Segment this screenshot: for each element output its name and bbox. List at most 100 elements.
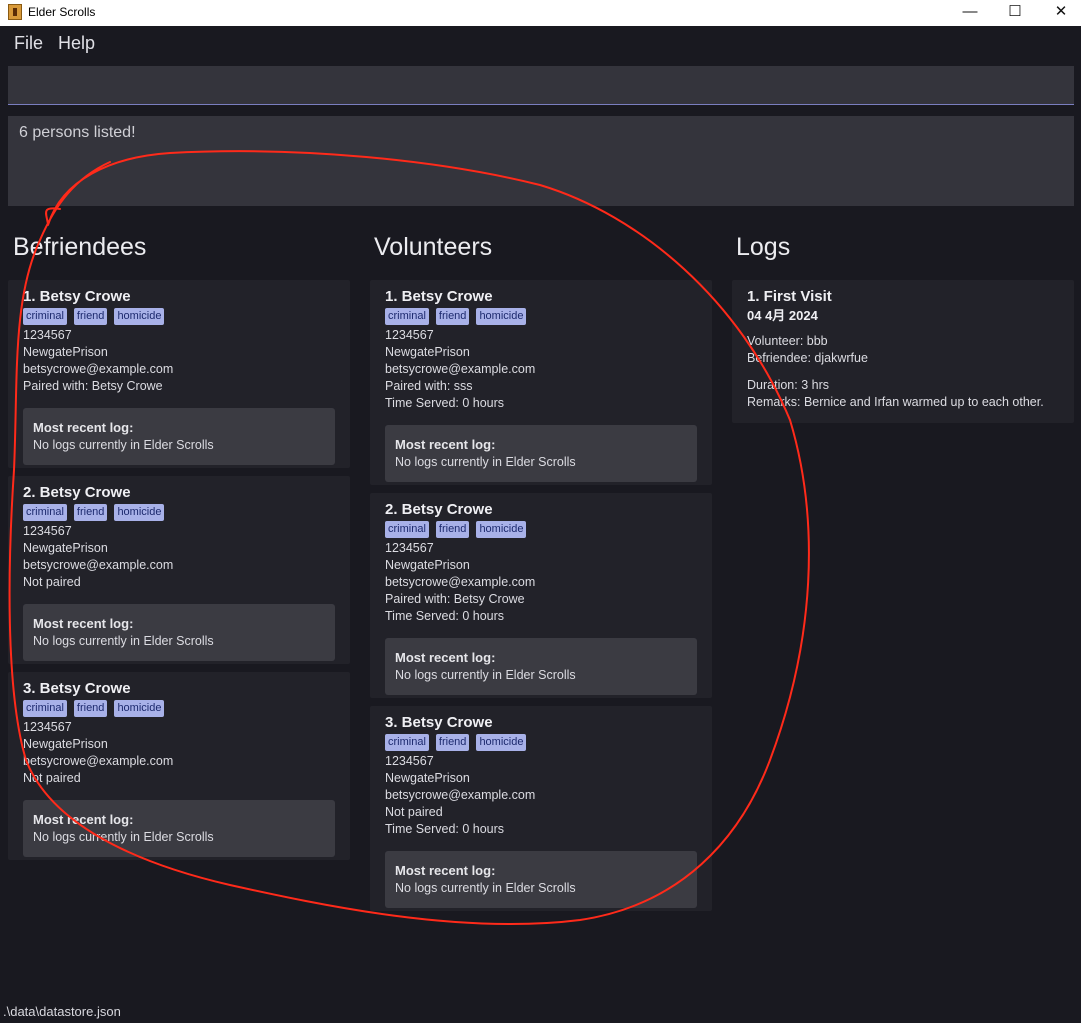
befriendee-card[interactable]: 2. Betsy Crowe criminal friend homicide … [8,476,350,664]
tag: friend [73,504,108,521]
address: NewgatePrison [23,541,108,555]
recent-log-box: Most recent log: No logs currently in El… [385,638,697,695]
email: betsycrowe@example.com [385,788,536,802]
recent-log-text: No logs currently in Elder Scrolls [395,455,576,469]
recent-log-title: Most recent log: [33,420,134,435]
recent-log-title: Most recent log: [33,616,134,631]
tag: criminal [385,308,429,325]
address: NewgatePrison [385,345,470,359]
maximize-button[interactable]: ☐ [992,0,1038,26]
recent-log-text: No logs currently in Elder Scrolls [395,668,576,682]
email: betsycrowe@example.com [385,575,536,589]
tag-list: criminal friend homicide [23,700,335,717]
volunteer-card[interactable]: 2. Betsy Crowe criminal friend homicide … [370,493,712,698]
volunteer-card[interactable]: 1. Betsy Crowe criminal friend homicide … [370,280,712,485]
pair-status: Paired with: sss [385,379,473,393]
tag-list: criminal friend homicide [385,308,697,325]
person-name: 2. Betsy Crowe [23,484,131,501]
recent-log-box: Most recent log: No logs currently in El… [385,851,697,908]
close-button[interactable]: ✕ [1038,0,1081,26]
person-name: 3. Betsy Crowe [385,714,493,731]
tag: homicide [476,734,527,751]
person-name: 2. Betsy Crowe [385,501,493,518]
email: betsycrowe@example.com [385,362,536,376]
result-display: 6 persons listed! [8,116,1074,206]
recent-log-box: Most recent log: No logs currently in El… [385,425,697,482]
befriendee-card[interactable]: 3. Betsy Crowe criminal friend homicide … [8,672,350,860]
tag: homicide [114,308,165,325]
person-name: 1. Betsy Crowe [23,288,131,305]
tag-list: criminal friend homicide [385,734,697,751]
phone: 1234567 [23,524,72,538]
tag: friend [435,521,470,538]
tag: criminal [23,700,67,717]
phone: 1234567 [385,541,434,555]
minimize-button[interactable]: — [947,0,993,26]
tag: criminal [385,521,429,538]
recent-log-title: Most recent log: [33,812,134,827]
log-date: 04 4月 2024 [747,308,818,323]
menu-file[interactable]: File [14,33,43,54]
log-card[interactable]: 1. First Visit 04 4月 2024 Volunteer: bbb… [732,280,1074,423]
recent-log-text: No logs currently in Elder Scrolls [33,830,214,844]
title-bar: Elder Scrolls — ☐ ✕ [0,0,1081,26]
log-volunteer: Volunteer: bbb [747,334,828,348]
volunteers-title: Volunteers [374,233,493,261]
recent-log-text: No logs currently in Elder Scrolls [33,438,214,452]
tag: homicide [476,521,527,538]
volunteer-card[interactable]: 3. Betsy Crowe criminal friend homicide … [370,706,712,911]
tag: homicide [114,504,165,521]
befriendee-card[interactable]: 1. Betsy Crowe criminal friend homicide … [8,280,350,468]
tag: friend [73,308,108,325]
tag: friend [73,700,108,717]
status-bar-path: .\data\datastore.json [3,1004,121,1019]
app-icon [8,4,22,20]
address: NewgatePrison [23,345,108,359]
tag-list: criminal friend homicide [23,504,335,521]
tag: friend [435,734,470,751]
recent-log-box: Most recent log: No logs currently in El… [23,800,335,857]
recent-log-title: Most recent log: [395,863,496,878]
menu-bar: File Help [0,26,1081,62]
pair-status: Not paired [23,771,81,785]
person-name: 3. Betsy Crowe [23,680,131,697]
tag: criminal [23,504,67,521]
person-name: 1. Betsy Crowe [385,288,493,305]
time-served: Time Served: 0 hours [385,609,505,623]
recent-log-text: No logs currently in Elder Scrolls [33,634,214,648]
tag-list: criminal friend homicide [385,521,697,538]
recent-log-box: Most recent log: No logs currently in El… [23,604,335,661]
pair-status: Not paired [385,805,443,819]
recent-log-box: Most recent log: No logs currently in El… [23,408,335,465]
phone: 1234567 [385,754,434,768]
tag: homicide [476,308,527,325]
pair-status: Not paired [23,575,81,589]
pair-status: Paired with: Betsy Crowe [385,592,525,606]
recent-log-title: Most recent log: [395,437,496,452]
tag: homicide [114,700,165,717]
time-served: Time Served: 0 hours [385,396,505,410]
log-remarks: Remarks: Bernice and Irfan warmed up to … [747,395,1044,409]
command-input[interactable] [8,66,1074,105]
tag: criminal [385,734,429,751]
window-title: Elder Scrolls [28,5,96,19]
recent-log-text: No logs currently in Elder Scrolls [395,881,576,895]
address: NewgatePrison [385,771,470,785]
pair-status: Paired with: Betsy Crowe [23,379,163,393]
phone: 1234567 [23,328,72,342]
menu-help[interactable]: Help [58,33,95,54]
phone: 1234567 [385,328,434,342]
result-message: 6 persons listed! [19,124,136,141]
tag-list: criminal friend homicide [23,308,335,325]
phone: 1234567 [23,720,72,734]
time-served: Time Served: 0 hours [385,822,505,836]
log-duration: Duration: 3 hrs [747,378,829,392]
befriendees-title: Befriendees [13,233,147,261]
address: NewgatePrison [385,558,470,572]
email: betsycrowe@example.com [23,558,174,572]
log-befriendee: Befriendee: djakwrfue [747,351,868,365]
email: betsycrowe@example.com [23,754,174,768]
log-title: 1. First Visit [747,288,832,305]
email: betsycrowe@example.com [23,362,174,376]
recent-log-title: Most recent log: [395,650,496,665]
